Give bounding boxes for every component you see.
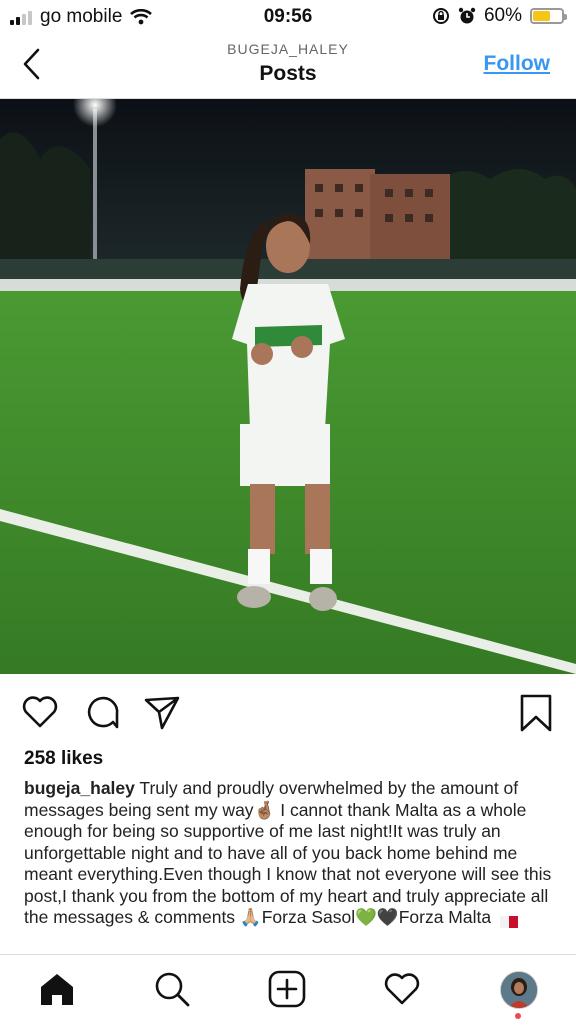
caption-text: Forza Malta — [398, 907, 496, 927]
add-post-icon[interactable] — [267, 969, 307, 1009]
battery-icon — [530, 8, 567, 24]
avatar-image — [501, 972, 537, 1008]
notification-dot — [515, 1013, 521, 1019]
top-nav: BUGEJA_HALEY Posts Follow — [0, 34, 576, 99]
post-photo[interactable] — [0, 99, 576, 674]
post-actions — [0, 688, 576, 734]
post-caption: bugeja_haley Truly and proudly overwhelm… — [24, 778, 558, 929]
profile-avatar[interactable] — [500, 971, 538, 1009]
search-icon[interactable] — [152, 969, 192, 1009]
home-icon[interactable] — [37, 969, 77, 1009]
alarm-icon — [458, 7, 476, 24]
heart-icon[interactable] — [20, 692, 60, 732]
caption-text: Forza Sasol — [261, 907, 356, 927]
bookmark-icon[interactable] — [516, 692, 556, 732]
share-icon[interactable] — [142, 692, 182, 732]
green-heart-emoji: 💚 — [355, 907, 377, 927]
status-right: 60% — [432, 5, 567, 27]
status-bar: go mobile 09:56 60% — [0, 0, 576, 34]
pray-emoji: 🙏🏼 — [239, 907, 262, 927]
battery-percent: 60% — [483, 5, 522, 26]
rotation-lock-icon — [432, 8, 449, 24]
bottom-nav — [0, 954, 576, 1025]
likes-count[interactable]: 258 likes — [24, 748, 103, 770]
follow-button[interactable]: Follow — [484, 52, 551, 76]
crossed-fingers-emoji: 🤞🏽 — [253, 799, 276, 820]
caption-username[interactable]: bugeja_haley — [24, 778, 135, 798]
black-heart-emoji: 🖤 — [376, 907, 399, 927]
activity-heart-icon[interactable] — [382, 969, 422, 1009]
malta-flag-icon — [499, 912, 518, 929]
battery-fill — [533, 11, 550, 21]
comment-icon[interactable] — [81, 692, 121, 732]
post-image — [0, 99, 576, 674]
